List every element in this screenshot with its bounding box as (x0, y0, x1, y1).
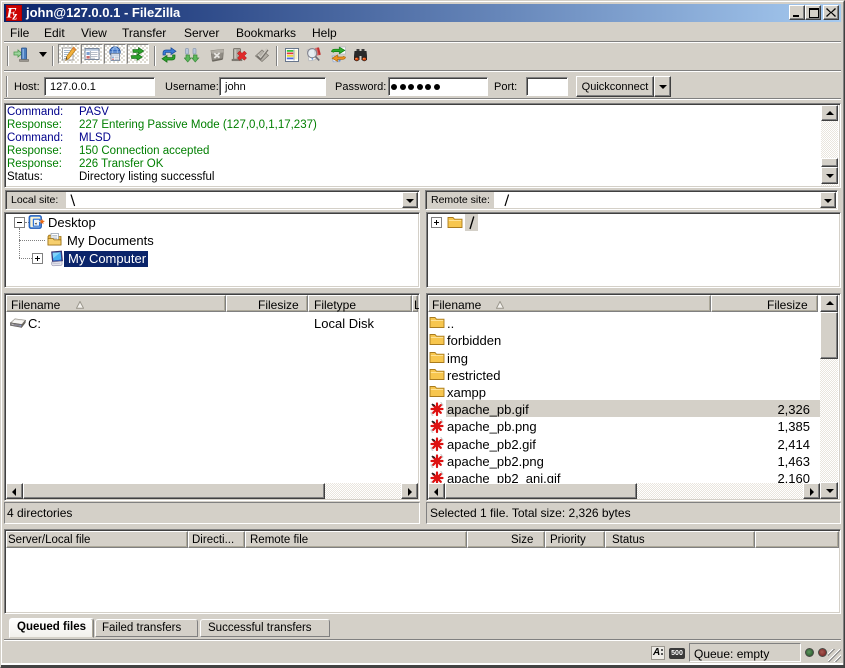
svg-text:z: z (12, 9, 18, 22)
